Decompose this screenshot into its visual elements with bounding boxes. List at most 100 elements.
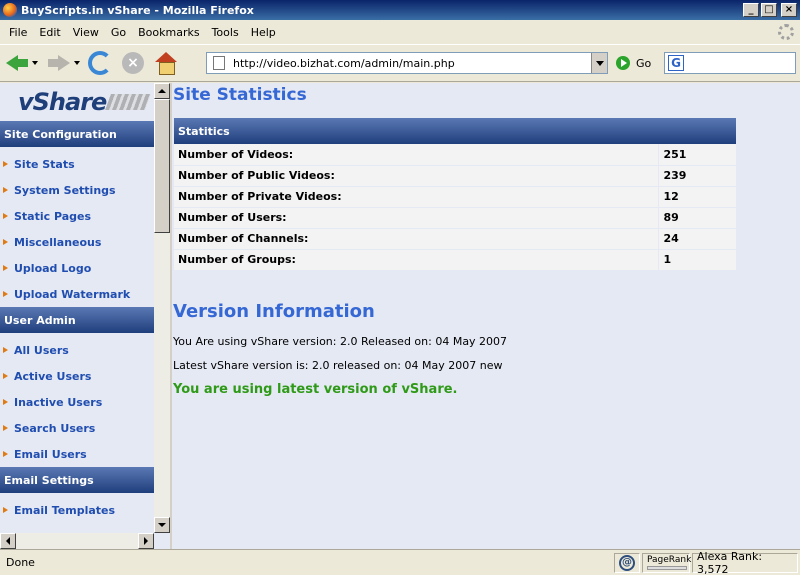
arrow-left-icon xyxy=(6,537,10,545)
table-row: Number of Videos: 251 xyxy=(174,144,736,166)
go-label: Go xyxy=(636,56,652,70)
stat-value: 1 xyxy=(658,249,736,271)
google-icon[interactable]: G xyxy=(668,55,684,71)
sidebar-vertical-scrollbar[interactable] xyxy=(154,83,170,533)
at-sign-cell[interactable]: @ xyxy=(614,552,640,573)
section-site-configuration: Site Configuration xyxy=(0,121,154,147)
stat-value: 12 xyxy=(658,186,736,208)
bullet-arrow-icon xyxy=(3,373,8,379)
address-bar xyxy=(206,52,608,74)
sidebar-item-upload-watermark[interactable]: Upload Watermark xyxy=(0,281,154,307)
latest-version-text: Latest vShare version is: 2.0 released o… xyxy=(173,359,503,372)
forward-button[interactable] xyxy=(46,48,72,78)
stat-label: Number of Public Videos: xyxy=(174,165,659,187)
arrow-up-icon xyxy=(158,89,166,93)
url-history-dropdown[interactable] xyxy=(591,53,607,73)
sidebar-item-all-users[interactable]: All Users xyxy=(0,337,154,363)
film-strip-icon xyxy=(105,94,152,110)
sidebar-item-system-settings[interactable]: System Settings xyxy=(0,177,154,203)
maximize-button[interactable]: □ xyxy=(761,3,777,17)
back-arrow-icon xyxy=(4,52,30,74)
menu-bar: File Edit View Go Bookmarks Tools Help xyxy=(0,22,800,42)
pagerank-widget[interactable]: PageRank xyxy=(642,552,692,573)
stat-value: 89 xyxy=(658,207,736,229)
bullet-arrow-icon xyxy=(3,291,8,297)
stat-value: 24 xyxy=(658,228,736,250)
stop-button[interactable]: × xyxy=(122,48,144,78)
reload-button[interactable] xyxy=(88,48,112,78)
menu-go[interactable]: Go xyxy=(105,26,132,39)
url-input[interactable] xyxy=(233,54,591,72)
status-text: Done xyxy=(6,556,35,569)
sidebar-horizontal-scrollbar[interactable] xyxy=(0,533,154,549)
current-version-text: You Are using vShare version: 2.0 Releas… xyxy=(173,335,508,348)
menu-help[interactable]: Help xyxy=(245,26,282,39)
section-user-admin: User Admin xyxy=(0,307,154,333)
back-history-dropdown-icon[interactable] xyxy=(32,61,38,65)
bullet-arrow-icon xyxy=(3,161,8,167)
bullet-arrow-icon xyxy=(3,213,8,219)
go-arrow-icon xyxy=(616,56,630,70)
sidebar-item-active-users[interactable]: Active Users xyxy=(0,363,154,389)
page-icon xyxy=(213,56,225,70)
stat-label: Number of Videos: xyxy=(174,144,659,166)
bullet-arrow-icon xyxy=(3,507,8,513)
back-button[interactable] xyxy=(4,48,30,78)
version-information-heading: Version Information xyxy=(173,301,375,322)
stat-label: Number of Groups: xyxy=(174,249,659,271)
sidebar-item-search-users[interactable]: Search Users xyxy=(0,415,154,441)
sidebar-item-static-pages[interactable]: Static Pages xyxy=(0,203,154,229)
alexa-rank: Alexa Rank: 3,572 xyxy=(692,550,798,575)
menu-tools[interactable]: Tools xyxy=(206,26,245,39)
menu-view[interactable]: View xyxy=(67,26,105,39)
scroll-up-button[interactable] xyxy=(154,83,170,99)
section-email-settings: Email Settings xyxy=(0,467,154,493)
at-sign-icon: @ xyxy=(619,554,635,571)
stat-value: 239 xyxy=(658,165,736,187)
sidebar: vShare Site Configuration Site Stats Sys… xyxy=(0,83,154,533)
pagerank-bar xyxy=(647,566,687,570)
scroll-right-button[interactable] xyxy=(138,533,154,549)
reload-icon xyxy=(88,51,112,75)
bullet-arrow-icon xyxy=(3,347,8,353)
bullet-arrow-icon xyxy=(3,451,8,457)
home-button[interactable] xyxy=(154,48,178,78)
chevron-down-icon xyxy=(595,60,604,66)
sidebar-item-inactive-users[interactable]: Inactive Users xyxy=(0,389,154,415)
stat-label: Number of Channels: xyxy=(174,228,659,250)
forward-history-dropdown-icon[interactable] xyxy=(74,61,80,65)
main-content: Site Statistics Statitics Number of Vide… xyxy=(172,83,800,549)
sidebar-item-email-templates[interactable]: Email Templates xyxy=(0,497,154,523)
menu-file[interactable]: File xyxy=(3,26,33,39)
throbber-icon xyxy=(778,24,794,40)
scroll-down-button[interactable] xyxy=(154,517,170,533)
scroll-thumb[interactable] xyxy=(154,99,170,233)
bullet-arrow-icon xyxy=(3,187,8,193)
bullet-arrow-icon xyxy=(3,265,8,271)
home-icon xyxy=(154,52,178,75)
firefox-icon xyxy=(3,3,17,17)
search-input[interactable] xyxy=(688,57,788,69)
sidebar-item-email-users[interactable]: Email Users xyxy=(0,441,154,467)
minimize-button[interactable]: _ xyxy=(743,3,759,17)
sidebar-item-miscellaneous[interactable]: Miscellaneous xyxy=(0,229,154,255)
page-title: Site Statistics xyxy=(173,85,307,105)
pagerank-label: PageRank xyxy=(647,555,692,565)
menu-edit[interactable]: Edit xyxy=(33,26,66,39)
status-bar: Done @ PageRank Alexa Rank: 3,572 xyxy=(0,549,800,575)
sidebar-item-site-stats[interactable]: Site Stats xyxy=(0,151,154,177)
stat-label: Number of Users: xyxy=(174,207,659,229)
window-titlebar: BuyScripts.in vShare - Mozilla Firefox _… xyxy=(0,0,800,20)
scroll-left-button[interactable] xyxy=(0,533,16,549)
statistics-table: Statitics Number of Videos: 251 Number of… xyxy=(174,118,736,271)
sidebar-item-upload-logo[interactable]: Upload Logo xyxy=(0,255,154,281)
close-button[interactable]: × xyxy=(781,3,797,17)
table-row: Number of Channels: 24 xyxy=(174,228,736,250)
page-content: vShare Site Configuration Site Stats Sys… xyxy=(0,83,800,549)
arrow-right-icon xyxy=(144,537,148,545)
bullet-arrow-icon xyxy=(3,399,8,405)
table-row: Number of Groups: 1 xyxy=(174,249,736,271)
menu-bookmarks[interactable]: Bookmarks xyxy=(132,26,205,39)
go-button[interactable]: Go xyxy=(616,56,651,70)
table-row: Number of Public Videos: 239 xyxy=(174,165,736,187)
